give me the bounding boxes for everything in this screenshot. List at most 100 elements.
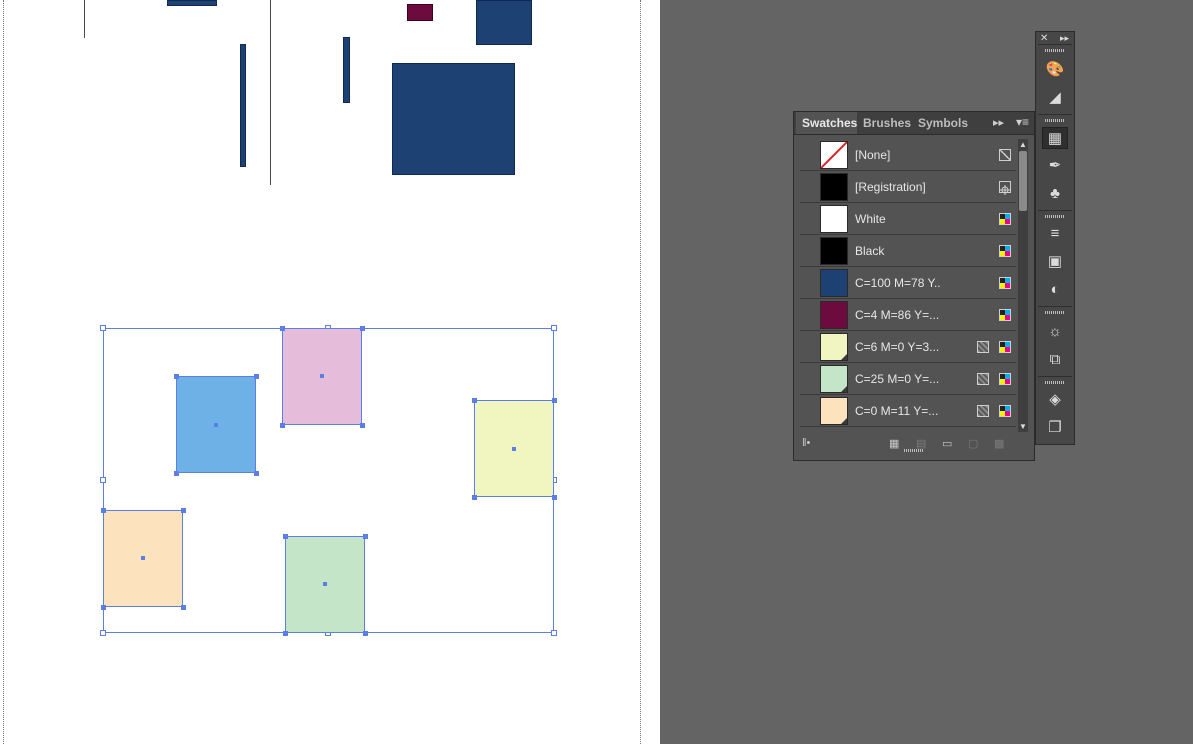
dock-grip[interactable] — [1045, 119, 1065, 122]
anchor-point[interactable] — [254, 471, 259, 476]
swatch-scrollbar[interactable]: ▲ ▼ — [1018, 139, 1028, 432]
anchor-point[interactable] — [363, 631, 368, 636]
swatch-chip — [820, 237, 848, 265]
resize-handle[interactable] — [100, 325, 106, 331]
anchor-point[interactable] — [472, 495, 477, 500]
swatch-chip — [820, 333, 848, 361]
swatch-chip — [820, 269, 848, 297]
dock-grip[interactable] — [1045, 215, 1065, 218]
center-point — [214, 423, 218, 427]
swatch-chip — [820, 205, 848, 233]
tab-brushes[interactable]: Brushes — [857, 112, 911, 134]
anchor-point[interactable] — [283, 534, 288, 539]
appearance-icon[interactable]: ☼ — [1042, 321, 1068, 343]
anchor-point[interactable] — [254, 374, 259, 379]
symbols-icon[interactable]: ♣ — [1042, 183, 1068, 205]
resize-handle[interactable] — [551, 630, 557, 636]
swatch-name: C=100 M=78 Y.. — [855, 276, 941, 290]
spot-color-icon — [977, 341, 989, 353]
anchor-point[interactable] — [552, 495, 557, 500]
brushes-icon[interactable]: ✒ — [1042, 155, 1068, 177]
anchor-point[interactable] — [280, 326, 285, 331]
scroll-up-icon[interactable]: ▲ — [1019, 140, 1027, 149]
navy-rect-large[interactable] — [392, 63, 515, 175]
new-color-group-icon[interactable]: ▭ — [942, 437, 952, 450]
layers-icon[interactable]: ◈ — [1042, 389, 1068, 411]
tab-symbols[interactable]: Symbols — [912, 112, 968, 134]
expand-dock-icon[interactable]: ▸▸ — [1060, 33, 1069, 44]
cmyk-icon — [999, 309, 1011, 321]
center-point — [141, 556, 145, 560]
swatch-row-peach[interactable]: C=0 M=11 Y=... — [800, 395, 1016, 427]
anchor-point[interactable] — [174, 471, 179, 476]
anchor-point[interactable] — [174, 374, 179, 379]
none-slash-icon — [821, 142, 847, 168]
dock-grip[interactable] — [1045, 381, 1065, 384]
anchor-point[interactable] — [101, 508, 106, 513]
trash-icon[interactable]: ▩ — [994, 437, 1004, 450]
dock-grip[interactable] — [1045, 311, 1065, 314]
swatch-row-maroon[interactable]: C=4 M=86 Y=... — [800, 299, 1016, 331]
anchor-point[interactable] — [280, 423, 285, 428]
anchor-point[interactable] — [181, 508, 186, 513]
show-swatch-kinds-icon[interactable]: ▦ — [889, 437, 899, 450]
swatch-row-white[interactable]: White — [800, 203, 1016, 235]
navy-rect-small[interactable] — [476, 0, 532, 45]
resize-handle[interactable] — [100, 477, 106, 483]
spot-color-icon — [977, 405, 989, 417]
swatch-row-navy[interactable]: C=100 M=78 Y.. — [800, 267, 1016, 299]
swatch-name: White — [855, 212, 886, 226]
tab-swatches[interactable]: Swatches — [796, 112, 857, 134]
swatch-name: C=4 M=86 Y=... — [855, 308, 940, 322]
transparency-icon[interactable]: ◐ — [1042, 279, 1068, 301]
swatch-row-none[interactable]: [None] — [800, 139, 1016, 171]
center-point — [320, 374, 324, 378]
swatch-chip — [820, 141, 848, 169]
swatch-row-black[interactable]: Black — [800, 235, 1016, 267]
scroll-down-icon[interactable]: ▼ — [1019, 422, 1027, 431]
panel-resize-grip[interactable] — [904, 449, 924, 452]
panel-footer: ‖• ▦ ▤ ▭ ▢ ▩ — [794, 432, 1034, 454]
swatch-row-yellow[interactable]: C=6 M=0 Y=3... — [800, 331, 1016, 363]
swatch-name: C=25 M=0 Y=... — [855, 372, 940, 386]
swatch-libraries-icon[interactable]: ‖• — [802, 437, 810, 449]
dock-divider — [1038, 44, 1072, 45]
cmyk-icon — [999, 405, 1011, 417]
line-object[interactable] — [270, 0, 271, 185]
anchor-point[interactable] — [472, 398, 477, 403]
swatch-row-green[interactable]: C=25 M=0 Y=... — [800, 363, 1016, 395]
anchor-point[interactable] — [101, 605, 106, 610]
anchor-point[interactable] — [363, 534, 368, 539]
expand-panel-icon[interactable]: ▸▸ — [993, 116, 1004, 129]
swatches-icon[interactable]: ▦ — [1042, 127, 1068, 149]
resize-handle[interactable] — [551, 325, 557, 331]
swatch-row-registration[interactable]: [Registration] — [800, 171, 1016, 203]
scrollbar-thumb[interactable] — [1019, 151, 1027, 211]
spot-color-icon — [977, 373, 989, 385]
line-object[interactable] — [84, 0, 85, 38]
anchor-point[interactable] — [360, 326, 365, 331]
anchor-point[interactable] — [360, 423, 365, 428]
color-guide-icon[interactable]: ◢ — [1042, 87, 1068, 109]
panel-menu-icon[interactable]: ▾≡ — [1016, 115, 1029, 129]
cmyk-icon — [999, 277, 1011, 289]
graphic-styles-icon[interactable]: ⧉ — [1042, 349, 1068, 371]
new-swatch-icon[interactable]: ▢ — [968, 437, 978, 450]
anchor-point[interactable] — [552, 398, 557, 403]
swatch-chip — [820, 365, 848, 393]
navy-bar-left[interactable] — [240, 44, 246, 167]
color-palette-icon[interactable]: 🎨 — [1042, 59, 1068, 81]
close-icon[interactable]: ✕ — [1040, 33, 1048, 44]
maroon-rect[interactable] — [407, 4, 433, 21]
artboard[interactable] — [0, 0, 660, 744]
navy-rect-top[interactable] — [167, 0, 217, 6]
gradient-icon[interactable]: ▣ — [1042, 251, 1068, 273]
spot-corner-icon — [840, 353, 847, 360]
anchor-point[interactable] — [181, 605, 186, 610]
stroke-icon[interactable]: ≡ — [1042, 223, 1068, 245]
anchor-point[interactable] — [283, 631, 288, 636]
resize-handle[interactable] — [100, 630, 106, 636]
dock-grip[interactable] — [1045, 49, 1065, 52]
artboards-icon[interactable]: ❐ — [1042, 417, 1068, 439]
navy-bar-right[interactable] — [343, 37, 350, 103]
